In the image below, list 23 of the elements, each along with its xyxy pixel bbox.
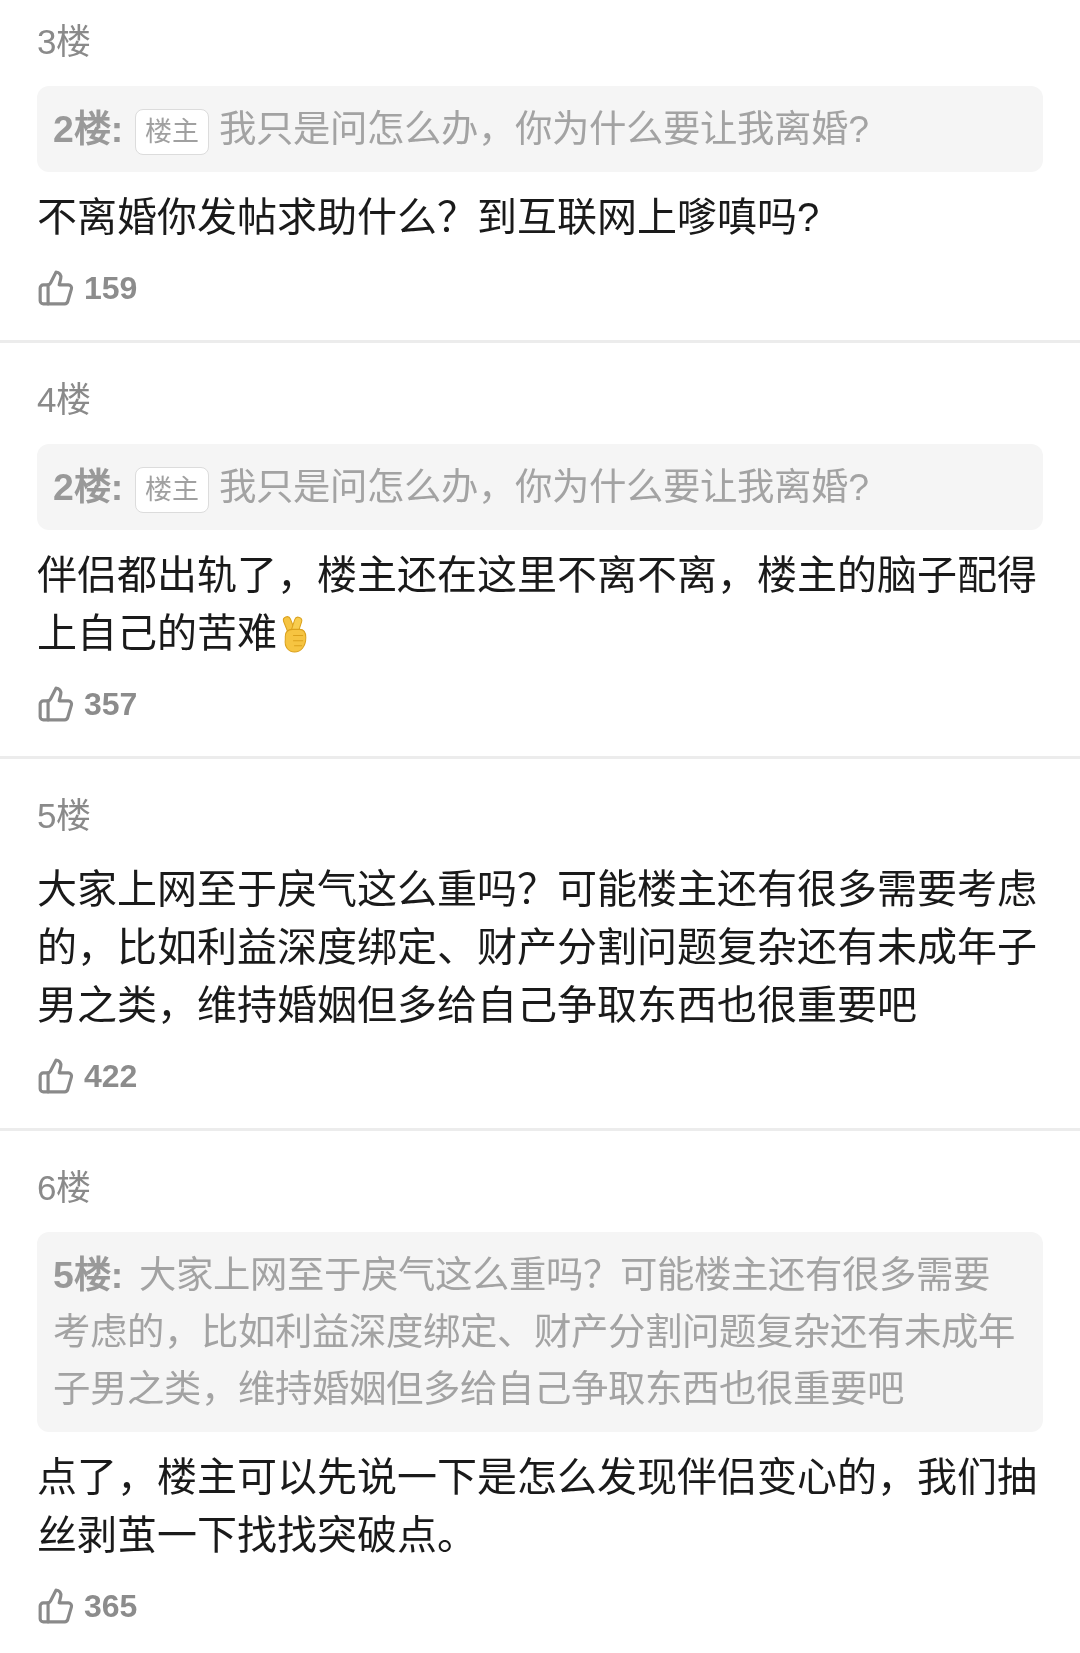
like-button[interactable]: 357	[37, 684, 138, 724]
quote-text: 我只是问怎么办，你为什么要让我离婚?	[219, 107, 870, 150]
comment-text: 大家上网至于戾气这么重吗？可能楼主还有很多需要考虑的，比如利益深度绑定、财产分割问题复杂还有未成年子男之类，维持婚姻但多给自己争取东西也很重要吧	[37, 867, 1037, 1027]
floor-number: 6楼	[37, 1168, 92, 1208]
thumbs-up-icon[interactable]	[37, 1587, 75, 1625]
like-button[interactable]: 422	[37, 1056, 138, 1096]
author-badge: 楼主	[135, 466, 210, 513]
like-button[interactable]: 365	[37, 1586, 138, 1626]
comment-text: 不离婚你发帖求助什么？到互联网上嗲嗔吗?	[37, 195, 820, 239]
floor-number: 3楼	[37, 22, 92, 62]
floor-number: 4楼	[37, 380, 92, 420]
quote-text: 5楼: 大家上网至于戾气这么重吗？可能楼主还有很多需要考虑的，比如利益深度绑定、财产分割问题复杂还有未成年子男之类，维持婚姻但多给自己争取东西也很重要吧	[53, 1253, 1015, 1410]
comment-text: 伴侣都出轨了，楼主还在这里不离不离，楼主的脑子配得上自己的苦难	[37, 553, 1037, 655]
quote-text: 我只是问怎么办，你为什么要让我离婚?	[219, 465, 870, 508]
like-button[interactable]: 159	[37, 268, 138, 308]
thumbs-up-icon[interactable]	[37, 685, 75, 723]
quote-floor-label: 2楼:	[53, 107, 124, 150]
thumbs-up-icon[interactable]	[37, 269, 75, 307]
thumbs-up-icon[interactable]	[37, 1057, 75, 1095]
quote-floor-label: 2楼:	[53, 465, 124, 508]
comment-text: 点了，楼主可以先说一下是怎么发现伴侣变心的，我们抽丝剥茧一下找找突破点。	[37, 1455, 1037, 1557]
author-badge: 楼主	[135, 108, 210, 155]
floor-number: 5楼	[37, 796, 92, 836]
